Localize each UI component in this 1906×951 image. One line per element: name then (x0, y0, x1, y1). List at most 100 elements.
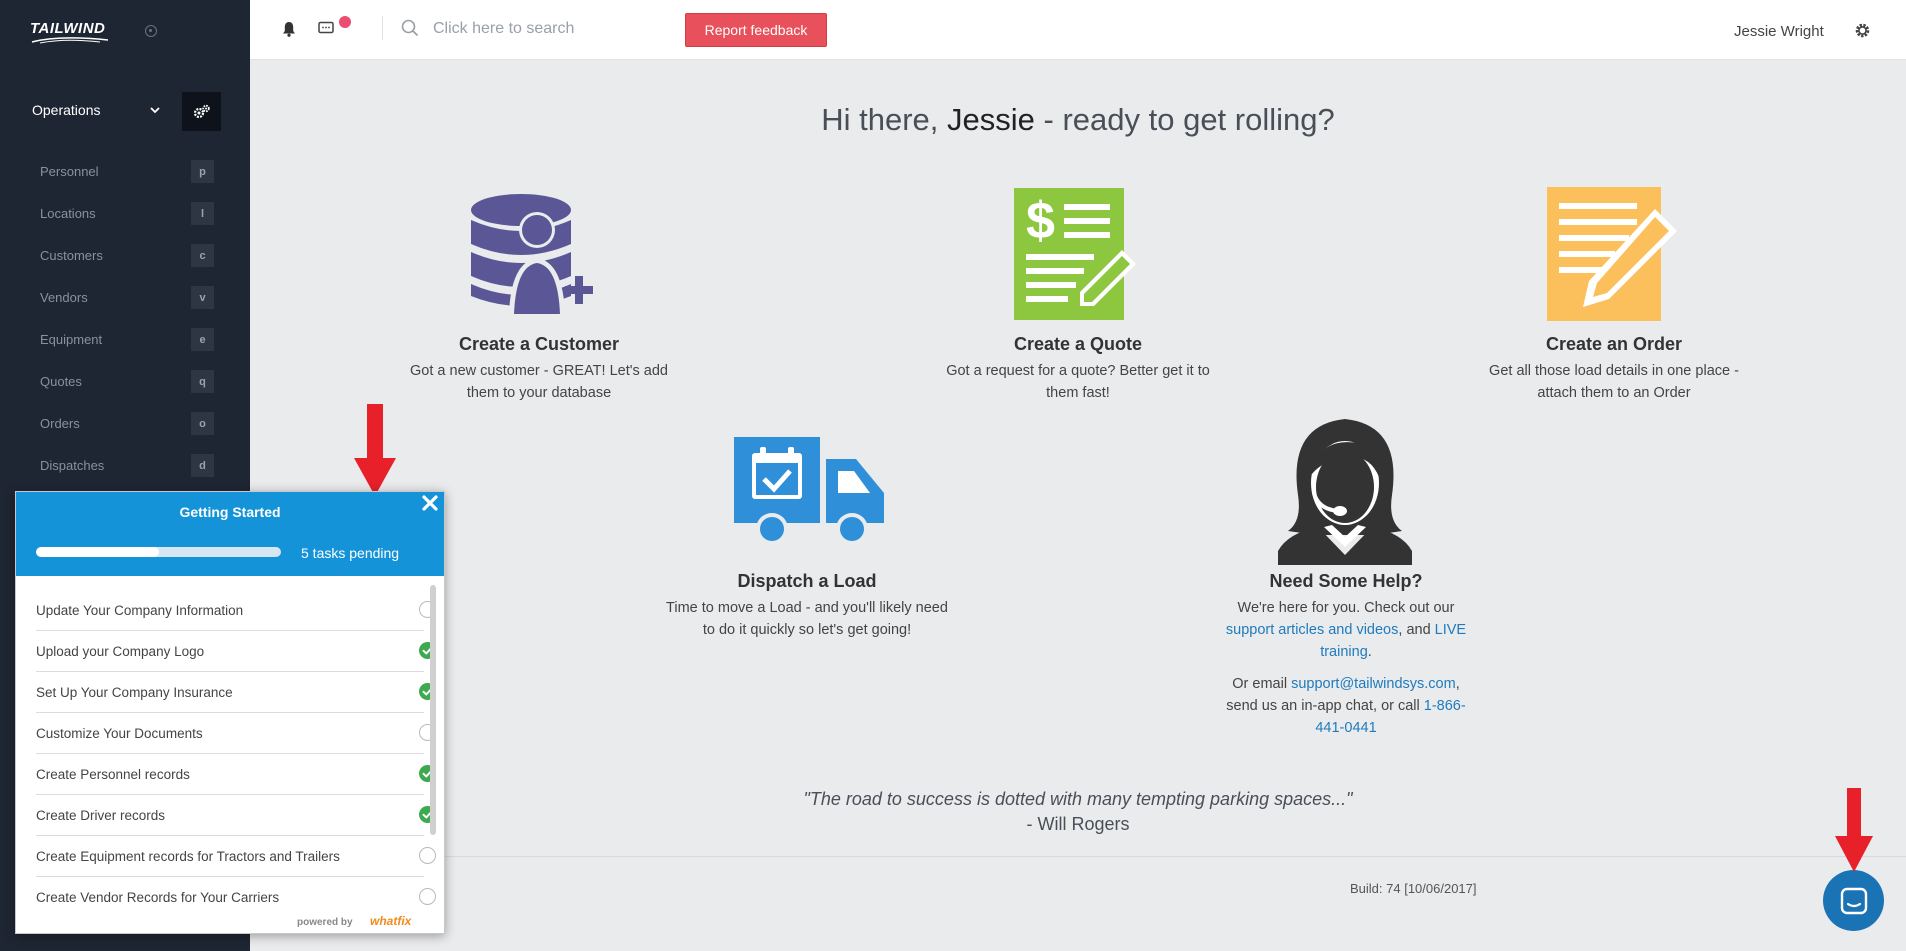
dispatch-load-card[interactable]: Dispatch a Load Time to move a Load - an… (662, 571, 952, 641)
greeting-suffix: - ready to get rolling? (1034, 102, 1335, 137)
sidebar-section-operations[interactable]: Operations (0, 90, 250, 132)
task-item[interactable]: Update Your Company Information (36, 590, 436, 631)
sidebar-item-label: Vendors (40, 290, 88, 305)
task-item[interactable]: Create Personnel records (36, 754, 436, 795)
sidebar-item-label: Customers (40, 248, 103, 263)
task-item[interactable]: Set Up Your Company Insurance (36, 672, 436, 713)
shortcut-key: p (191, 160, 214, 183)
help-text: Or email (1232, 676, 1292, 692)
widget-header: Getting Started 5 tasks pending (16, 492, 444, 576)
user-name[interactable]: Jessie Wright (1734, 23, 1824, 40)
footer-divider (250, 856, 1906, 857)
tailwind-logo[interactable]: TAILWIND (30, 20, 109, 44)
section-label: Operations (32, 102, 101, 118)
sidebar-item-customers[interactable]: Customers c (0, 238, 250, 272)
sidebar-item-label: Equipment (40, 332, 103, 347)
close-icon[interactable] (421, 494, 439, 512)
sidebar-item-dispatches[interactable]: Dispatches d (0, 448, 250, 482)
sidebar-item-label: Locations (40, 206, 96, 221)
help-text: . (1367, 644, 1372, 660)
card-title: Need Some Help? (1269, 571, 1423, 591)
empty-circle-icon (419, 847, 436, 864)
svg-text:$: $ (1026, 192, 1055, 250)
create-order-card[interactable]: Create an Order Get all those load detai… (1469, 334, 1759, 404)
task-label: Upload your Company Logo (36, 644, 205, 659)
search-input[interactable] (433, 18, 643, 40)
chat-icon[interactable] (318, 21, 334, 36)
task-list-scrollbar[interactable] (430, 585, 436, 835)
widget-title: Getting Started (179, 504, 281, 520)
create-quote-card[interactable]: Create a Quote Got a request for a quote… (933, 334, 1223, 404)
empty-circle-icon (419, 888, 436, 905)
quote-document-icon[interactable]: $ (1014, 188, 1140, 320)
sidebar-item-label: Orders (40, 416, 80, 431)
search-icon (401, 19, 419, 37)
build-version: Build: 74 [10/06/2017] (1350, 881, 1477, 896)
top-bar: Report feedback Jessie Wright (250, 0, 1906, 60)
order-document-icon[interactable] (1547, 187, 1682, 321)
create-customer-card[interactable]: Create a Customer Got a new customer - G… (394, 334, 684, 404)
task-item[interactable]: Create Equipment records for Tractors an… (36, 836, 436, 877)
help-description: We're here for you. Check out our suppor… (1201, 597, 1491, 663)
gear-icon[interactable] (1854, 22, 1871, 39)
support-email-link[interactable]: support@tailwindsys.com (1291, 676, 1456, 692)
logo-text: TAILWIND (30, 20, 106, 37)
greeting-name: Jessie (947, 102, 1035, 137)
task-item[interactable]: Create Vendor Records for Your Carriers (36, 877, 436, 918)
task-label: Create Personnel records (36, 767, 190, 782)
quote-text: "The road to success is dotted with many… (803, 789, 1353, 809)
greeting-prefix: Hi there, (821, 102, 948, 137)
shortcut-key: v (191, 286, 214, 309)
truck-icon[interactable] (734, 437, 884, 545)
pin-sidebar-icon[interactable] (145, 25, 157, 37)
database-user-add-icon[interactable] (469, 192, 609, 314)
shortcut-key: l (191, 202, 214, 225)
task-label: Create Equipment records for Tractors an… (36, 849, 340, 864)
tasks-pending-label: 5 tasks pending (301, 545, 400, 561)
shortcut-key: c (191, 244, 214, 267)
shortcut-key: o (191, 412, 214, 435)
card-title[interactable]: Create a Quote (933, 334, 1223, 355)
task-item[interactable]: Upload your Company Logo (36, 631, 436, 672)
card-title[interactable]: Dispatch a Load (662, 571, 952, 592)
help-text: We're here for you. Check out our (1237, 600, 1455, 616)
whatfix-brand[interactable]: whatfix (370, 914, 411, 928)
card-title[interactable]: Create a Customer (394, 334, 684, 355)
powered-by-label: powered by (297, 917, 353, 928)
shortcut-key: d (191, 454, 214, 477)
sidebar-item-orders[interactable]: Orders o (0, 406, 250, 440)
task-label: Set Up Your Company Insurance (36, 685, 233, 700)
task-progress-bar (36, 547, 281, 557)
red-arrow-annotation-icon (354, 404, 396, 496)
inspirational-quote: "The road to success is dotted with many… (250, 787, 1906, 837)
help-contact: Or email support@tailwindsys.com, send u… (1201, 673, 1491, 739)
shortcut-key: e (191, 328, 214, 351)
chat-launcher-button[interactable] (1823, 870, 1884, 931)
sidebar-item-label: Quotes (40, 374, 82, 389)
chevron-down-icon (150, 107, 160, 114)
card-description: Got a request for a quote? Better get it… (946, 363, 1210, 401)
sidebar-item-equipment[interactable]: Equipment e (0, 322, 250, 356)
card-description: Time to move a Load - and you'll likely … (666, 600, 948, 638)
sidebar-item-personnel[interactable]: Personnel p (0, 154, 250, 188)
page-greeting: Hi there, Jessie - ready to get rolling? (250, 102, 1906, 138)
gears-icon (193, 104, 210, 118)
sidebar-item-locations[interactable]: Locations l (0, 196, 250, 230)
task-item[interactable]: Customize Your Documents (36, 713, 436, 754)
sidebar-item-vendors[interactable]: Vendors v (0, 280, 250, 314)
need-help-card: Need Some Help? We're here for you. Chec… (1201, 571, 1491, 739)
card-title[interactable]: Create an Order (1469, 334, 1759, 355)
shortcut-key: q (191, 370, 214, 393)
quote-author: - Will Rogers (1026, 814, 1130, 834)
logo-swoosh-icon (31, 37, 109, 44)
report-feedback-button[interactable]: Report feedback (685, 13, 827, 47)
progress-fill (36, 547, 159, 557)
sidebar-item-quotes[interactable]: Quotes q (0, 364, 250, 398)
task-label: Create Vendor Records for Your Carriers (36, 890, 280, 905)
support-articles-link[interactable]: support articles and videos (1226, 622, 1399, 638)
bell-icon[interactable] (282, 21, 296, 37)
operations-settings-button[interactable] (182, 92, 221, 131)
task-item[interactable]: Create Driver records (36, 795, 436, 836)
getting-started-widget: Getting Started 5 tasks pending Update Y… (15, 491, 445, 934)
divider (382, 16, 383, 40)
